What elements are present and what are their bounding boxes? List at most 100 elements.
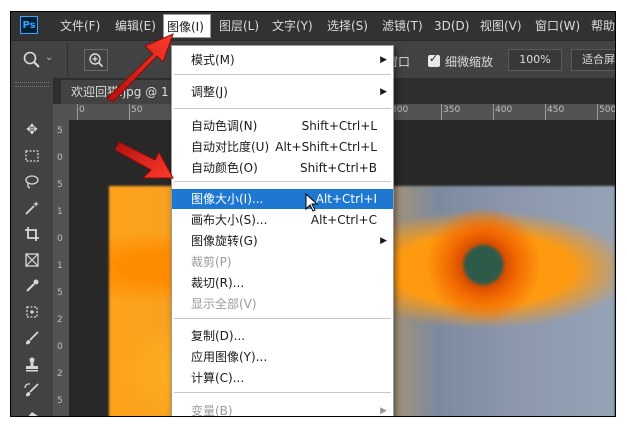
menu-item-canvas-size[interactable]: 画布大小(S)... Alt+Ctrl+C [172,210,393,230]
ruler-tick-label: 1 [57,261,63,271]
ruler-tick [493,104,494,120]
menu-item-shortcut: Shift+Ctrl+B [300,161,377,175]
menu-item-label: 计算(C)... [191,371,245,385]
ruler-tick [597,104,598,120]
zoom-100-button[interactable]: 100% [508,49,562,71]
ruler-tick-label: 500 [599,105,616,115]
menu-window[interactable]: 窗口(W) [532,12,583,40]
menu-item-label: 变量(B) [191,404,233,417]
ruler-tick-label: 5 [57,126,63,136]
submenu-arrow-icon: ▶ [380,55,387,65]
ruler-tick [77,104,78,120]
menu-item-label: 复制(D)... [191,329,246,343]
ruler-tick-label: 0 [57,234,63,244]
menu-3d[interactable]: 3D(D) [431,12,472,40]
brush-tool-icon[interactable] [24,330,40,346]
ruler-tick-label: 2 [57,315,63,325]
ruler-tick-label: 5 [57,180,63,190]
eraser-tool-icon[interactable] [24,408,40,416]
healing-brush-icon[interactable] [24,304,40,320]
marquee-tool-icon[interactable] [24,148,40,164]
ruler-tick-label: 2 [57,369,63,379]
image-menu-dropdown: 模式(M) ▶ 调整(J) ▶ 自动色调(N) Shift+Ctrl+L 自动对比度(U) A… [171,45,394,417]
menu-type[interactable]: 文字(Y) [269,12,316,40]
menu-item-crop: 裁剪(P) [172,252,393,272]
menu-item-calculations[interactable]: 计算(C)... [172,368,393,388]
menu-item-shortcut: Shift+Ctrl+L [301,119,377,133]
menu-item-label: 调整(J) [191,85,228,99]
menu-item-label: 模式(M) [191,53,235,67]
menu-item-trim[interactable]: 裁切(R)... [172,273,393,293]
scrubby-zoom-checkbox[interactable] [428,52,440,67]
menu-help[interactable]: 帮助 [588,12,615,40]
ruler-tick-label: 1 [57,207,63,217]
clone-stamp-icon[interactable] [24,356,40,372]
magic-wand-icon[interactable] [24,200,40,216]
menu-item-label: 自动颜色(O) [191,161,258,175]
menu-filter[interactable]: 滤镜(T) [379,12,426,40]
menu-item-shortcut: Alt+Ctrl+I [315,192,377,206]
menu-item-label: 自动色调(N) [191,119,258,133]
ruler-tick-label: 350 [443,105,461,115]
ruler-tick-label: 0 [57,342,63,352]
menu-item-label: 裁切(R)... [191,276,245,290]
scrubby-zoom-label: 细微缩放 [445,55,494,69]
menu-separator [174,181,391,182]
eyedropper-tool-icon[interactable] [24,278,40,294]
menu-item-shortcut: Alt+Ctrl+C [310,213,377,227]
menu-item-auto-tone[interactable]: 自动色调(N) Shift+Ctrl+L [172,116,393,136]
menu-separator [174,318,391,319]
menu-separator [174,392,391,393]
mouse-cursor-icon [305,193,319,212]
menu-file[interactable]: 文件(F) [57,12,103,40]
lasso-tool-icon[interactable] [24,174,40,190]
zoom-tool-icon[interactable] [23,51,41,69]
menu-item-adjustments[interactable]: 调整(J) ▶ [172,82,393,102]
menu-select[interactable]: 选择(S) [324,12,371,40]
ruler-tick-label: 50 [131,105,143,115]
menu-item-auto-color[interactable]: 自动颜色(O) Shift+Ctrl+B [172,158,393,178]
menu-item-label: 显示全部(V) [191,297,257,311]
fit-screen-button[interactable]: 适合屏 [571,49,615,71]
submenu-arrow-icon: ▶ [380,406,387,416]
chevron-down-icon[interactable]: ⌄ [45,52,53,63]
ruler-tick [129,104,130,120]
photoshop-window: Ps 文件(F) 编辑(E) 图像(I) 图层(L) 文字(Y) 选择(S) 滤… [10,11,616,417]
photoshop-logo: Ps [20,16,38,34]
tools-panel: ✥ [11,78,54,416]
frame-tool-icon[interactable] [24,252,40,268]
move-tool-icon[interactable]: ✥ [24,122,40,138]
menu-layer[interactable]: 图层(L) [216,12,262,40]
ruler-tick-label: 0 [79,105,85,115]
menu-item-label: 裁剪(P) [191,255,232,269]
ruler-tick [545,104,546,120]
menu-item-label: 自动对比度(U) [191,140,270,154]
ruler-tick-label: 450 [547,105,565,115]
menu-item-apply-image[interactable]: 应用图像(Y)... [172,347,393,367]
menu-item-shortcut: Alt+Shift+Ctrl+L [275,140,377,154]
annotation-arrow-icon [106,33,174,103]
ruler-tick [441,104,442,120]
crop-tool-icon[interactable] [24,226,40,242]
ruler-tick-label: 5 [57,396,63,406]
menu-item-image-size[interactable]: 图像大小(I)... Alt+Ctrl+I [172,189,393,209]
menu-item-reveal-all: 显示全部(V) [172,294,393,314]
menu-item-label: 图像旋转(G) [191,234,258,248]
vertical-ruler[interactable]: 50510152025 [53,120,69,416]
ruler-tick-label: 0 [57,153,63,163]
menu-item-label: 图像大小(I)... [191,192,264,206]
menu-separator [174,108,391,109]
menu-item-mode[interactable]: 模式(M) ▶ [172,50,393,70]
menu-item-label: 应用图像(Y)... [191,350,268,364]
history-brush-icon[interactable] [24,382,40,398]
annotation-arrow-icon [115,141,174,179]
submenu-arrow-icon: ▶ [380,236,387,246]
ruler-tick-label: 5 [57,288,63,298]
ruler-tick-label: 400 [495,105,513,115]
menu-view[interactable]: 视图(V) [477,12,525,40]
menu-item-duplicate[interactable]: 复制(D)... [172,326,393,346]
menu-item-auto-contrast[interactable]: 自动对比度(U) Alt+Shift+Ctrl+L [172,137,393,157]
submenu-arrow-icon: ▶ [380,87,387,97]
menu-separator [174,74,391,75]
menu-item-image-rotation[interactable]: 图像旋转(G) ▶ [172,231,393,251]
